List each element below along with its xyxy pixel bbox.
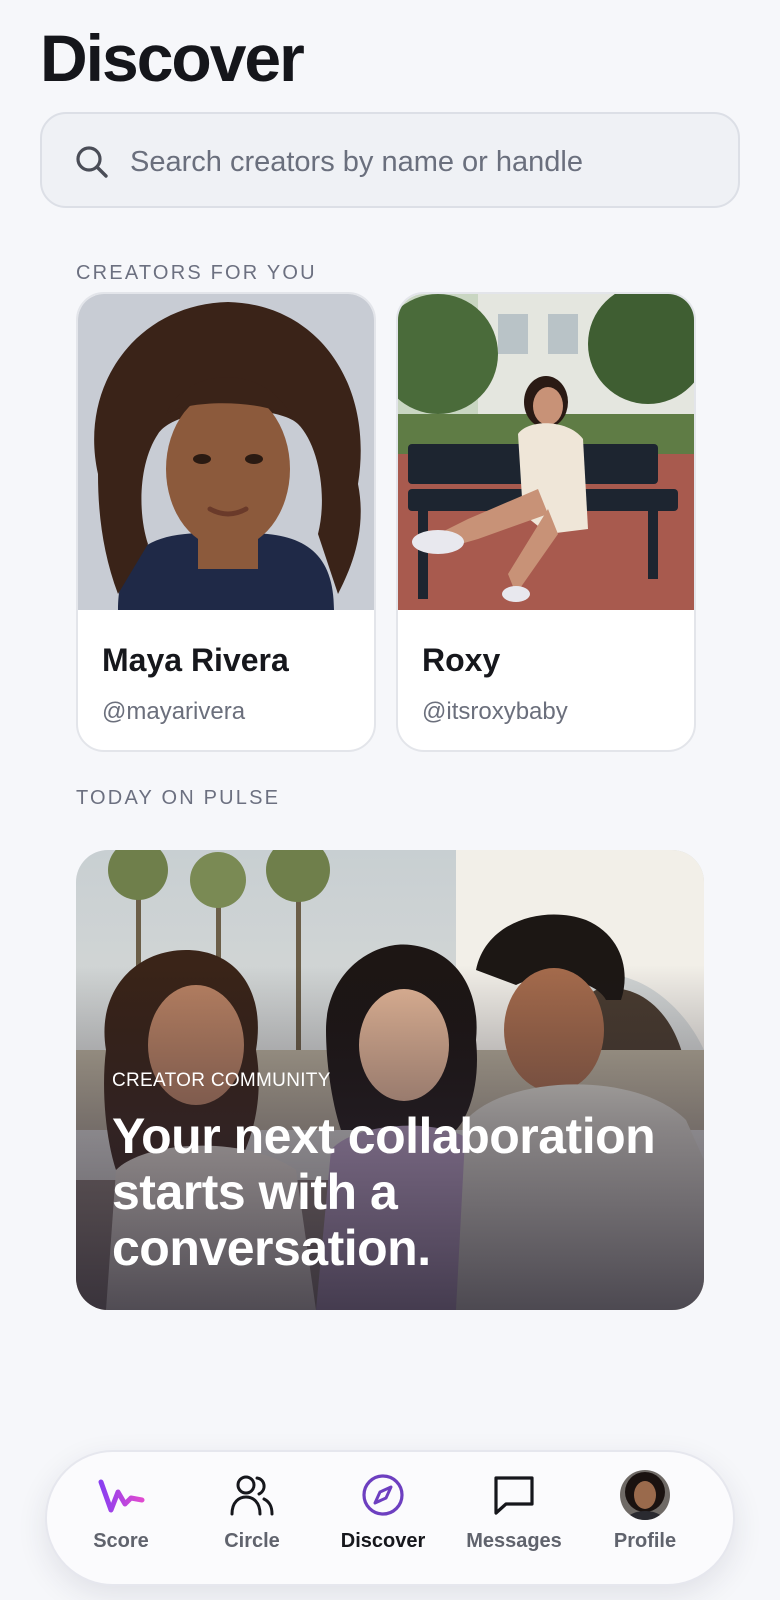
- feature-kicker: CREATOR COMMUNITY: [112, 1070, 331, 1091]
- score-pulse-icon: [98, 1479, 145, 1513]
- compass-icon: [362, 1474, 404, 1516]
- feature-card[interactable]: CREATOR COMMUNITY Your next collaboratio…: [76, 850, 704, 1310]
- nav-item-profile[interactable]: Profile: [580, 1470, 710, 1570]
- search-bar[interactable]: Search creators by name or handle: [40, 112, 740, 208]
- bottom-nav: Score Circle Discover Messages Profile: [45, 1450, 735, 1586]
- nav-label: Circle: [224, 1530, 280, 1552]
- creator-photo: [78, 294, 374, 610]
- creator-name: Roxy: [422, 642, 501, 678]
- feature-headline: Your next collaboration starts with a co…: [112, 1108, 656, 1276]
- nav-item-score[interactable]: Score: [56, 1470, 186, 1570]
- nav-label: Score: [93, 1530, 149, 1552]
- page-title: Discover: [40, 21, 305, 95]
- discover-screen: Discover Search creators by name or hand…: [0, 0, 780, 1600]
- creator-handle: @mayarivera: [102, 698, 246, 725]
- creator-handle: @itsroxybaby: [422, 698, 568, 725]
- creator-card-roxy[interactable]: Roxy @itsroxybaby: [396, 292, 696, 752]
- search-input[interactable]: Search creators by name or handle: [130, 142, 583, 182]
- today-section-label: TODAY ON PULSE: [76, 787, 281, 809]
- nav-label: Profile: [613, 1530, 677, 1552]
- chat-bubble-icon: [494, 1476, 534, 1515]
- avatar: [620, 1470, 670, 1520]
- search-icon: [76, 146, 108, 178]
- people-icon: [230, 1475, 274, 1516]
- nav-label: Discover: [340, 1530, 426, 1552]
- creators-section-label: CREATORS FOR YOU: [76, 262, 317, 284]
- creator-card-maya-rivera[interactable]: Maya Rivera @mayarivera: [76, 292, 376, 752]
- nav-label: Messages: [466, 1530, 562, 1552]
- nav-item-discover[interactable]: Discover: [318, 1470, 448, 1570]
- creator-name: Maya Rivera: [102, 642, 289, 678]
- nav-item-messages[interactable]: Messages: [449, 1470, 579, 1570]
- nav-item-circle[interactable]: Circle: [187, 1470, 317, 1570]
- creator-photo: [398, 294, 694, 610]
